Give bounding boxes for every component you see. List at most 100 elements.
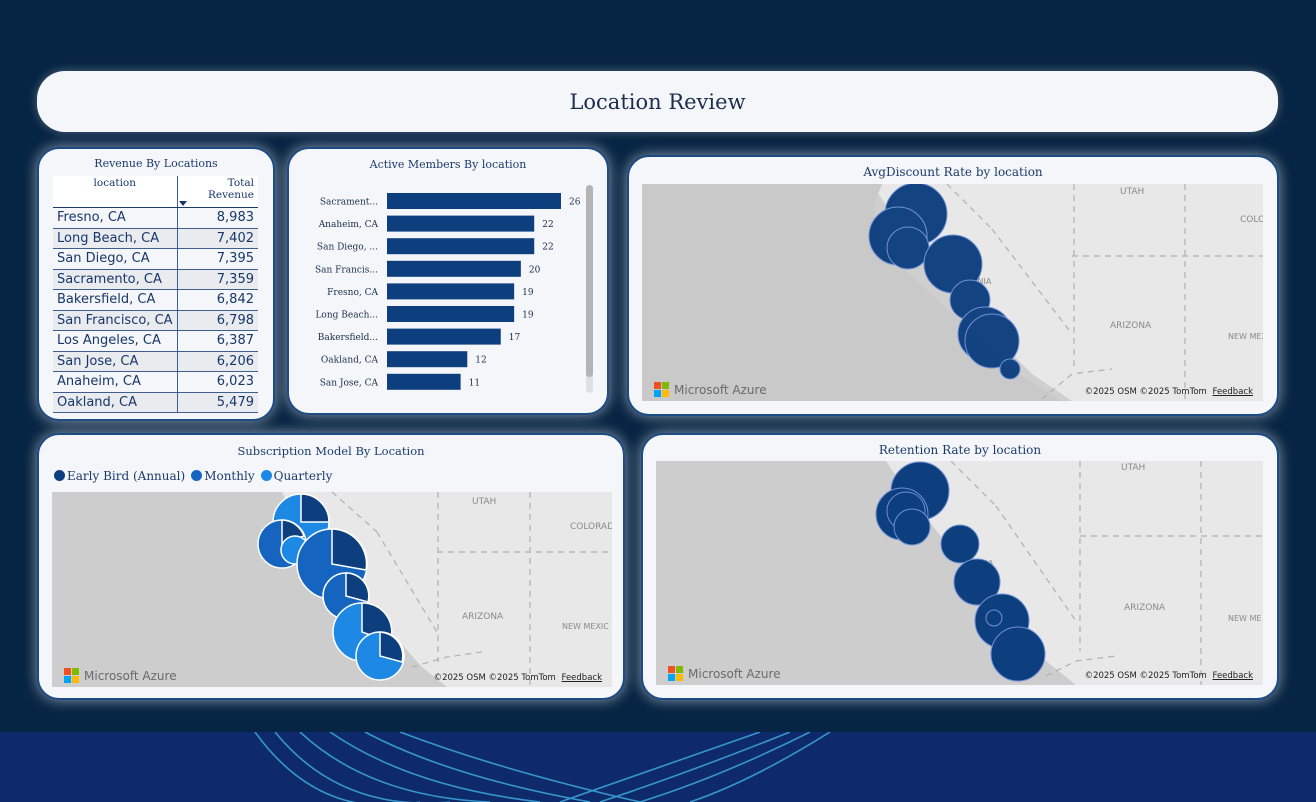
windows-logo-icon <box>668 666 683 681</box>
microsoft-azure-logo: Microsoft Azure <box>654 382 767 397</box>
bar[interactable] <box>387 193 561 209</box>
column-header-total-revenue[interactable]: Total Revenue <box>176 176 258 208</box>
revenue-cell: 6,387 <box>176 330 258 352</box>
legend-dot-icon <box>191 470 203 481</box>
sort-desc-icon[interactable] <box>178 201 187 206</box>
revenue-cell: 6,798 <box>176 310 258 331</box>
subscription-map-canvas[interactable]: UTAH COLORAD ARIZONA NEW MEXIC <box>52 492 612 687</box>
feedback-link[interactable]: Feedback <box>1213 671 1253 681</box>
revenue-cell: 7,402 <box>176 228 258 249</box>
map-bubble <box>985 609 1003 627</box>
retention-map[interactable]: UTAH RNIA ARIZONA NEW ME Microsoft Azur <box>656 461 1263 685</box>
location-cell: Bakersfield, CA <box>53 289 178 311</box>
revenue-table[interactable]: location Total Revenue Fresno, CA 8,983 Lo… <box>53 176 258 413</box>
column-header-location[interactable]: location <box>53 176 178 208</box>
data-label: 17 <box>509 333 521 343</box>
category-label: San Francis... <box>315 265 378 275</box>
bar[interactable] <box>387 306 515 322</box>
data-label: 19 <box>522 288 534 298</box>
location-cell: Los Angeles, CA <box>53 330 178 352</box>
table-row[interactable]: Fresno, CA 8,983 <box>53 207 258 229</box>
location-cell: San Francisco, CA <box>53 310 178 331</box>
map-bubble <box>940 524 980 564</box>
avg-discount-map-card: AvgDiscount Rate by location UTAH COLO R… <box>627 155 1279 416</box>
svg-text:NEW MEX: NEW MEX <box>1228 332 1263 341</box>
active-members-bar-chart: Sacrament... 26 Anaheim, CA 22 San Diego, ..… <box>315 193 581 390</box>
table-row[interactable]: San Jose, CA 6,206 <box>53 351 258 372</box>
svg-text:ARIZONA: ARIZONA <box>1124 603 1166 613</box>
subscription-legend: Early Bird (Annual) Monthly Quarterly <box>54 469 332 483</box>
category-label: Sacrament... <box>320 198 378 208</box>
map-attribution: ©2025 OSM ©2025 TomTom Feedback <box>433 673 602 683</box>
windows-logo-icon <box>654 382 669 397</box>
revenue-cell: 5,479 <box>176 392 258 413</box>
microsoft-azure-logo: Microsoft Azure <box>668 666 781 681</box>
category-label: Oakland, CA <box>321 356 379 366</box>
table-row[interactable]: Anaheim, CA 6,023 <box>53 371 258 393</box>
feedback-link[interactable]: Feedback <box>1213 387 1253 397</box>
chart-title: Active Members By location <box>369 158 527 171</box>
discount-map-canvas[interactable]: UTAH COLO RNIA ARIZONA NEW MEX <box>642 184 1263 401</box>
data-label: 19 <box>522 311 534 321</box>
data-label: 26 <box>569 198 581 208</box>
discount-map[interactable]: UTAH COLO RNIA ARIZONA NEW MEX Microsoft… <box>642 184 1263 401</box>
svg-text:UTAH: UTAH <box>472 497 496 507</box>
category-label: San Jose, CA <box>320 378 379 388</box>
data-label: 20 <box>529 265 541 275</box>
map-bubble <box>893 508 931 546</box>
location-cell: San Jose, CA <box>53 351 178 372</box>
revenue-cell: 6,842 <box>176 289 258 311</box>
location-cell: Oakland, CA <box>53 392 178 413</box>
table-row[interactable]: San Diego, CA 7,395 <box>53 248 258 270</box>
legend-dot-icon <box>54 470 65 481</box>
map-bubble <box>990 626 1046 682</box>
svg-text:NEW ME: NEW ME <box>1228 614 1261 623</box>
svg-text:NEW MEXIC: NEW MEXIC <box>562 622 609 631</box>
data-label: 12 <box>475 356 486 366</box>
legend-item-monthly[interactable]: Monthly <box>191 469 255 483</box>
bar[interactable] <box>387 260 521 277</box>
table-row[interactable]: Los Angeles, CA 6,387 <box>53 330 258 352</box>
page-title-bar: Location Review <box>37 71 1278 132</box>
map-label: UTAH <box>1120 187 1144 197</box>
bar[interactable] <box>387 351 468 368</box>
location-cell: Anaheim, CA <box>53 371 178 393</box>
bar[interactable] <box>387 238 535 255</box>
footer-band <box>0 732 1316 802</box>
svg-text:COLORAD: COLORAD <box>570 522 612 532</box>
category-label: Fresno, CA <box>327 288 378 298</box>
feedback-link[interactable]: Feedback <box>562 673 602 683</box>
chart-scrollbar-thumb[interactable] <box>586 185 593 377</box>
table-row[interactable]: Sacramento, CA 7,359 <box>53 269 258 290</box>
location-cell: Fresno, CA <box>53 207 178 229</box>
map-attribution: ©2025 OSM ©2025 TomTom Feedback <box>1084 671 1253 681</box>
location-cell: San Diego, CA <box>53 248 178 270</box>
legend-item-quarterly[interactable]: Quarterly <box>260 469 332 483</box>
active-members-card: Active Members By location Sacrament... 2… <box>287 147 609 415</box>
table-row[interactable]: Oakland, CA 5,479 <box>53 392 258 413</box>
table-row[interactable]: San Francisco, CA 6,798 <box>53 310 258 331</box>
table-row[interactable]: Bakersfield, CA 6,842 <box>53 289 258 311</box>
data-label: 11 <box>469 378 480 388</box>
revenue-cell: 7,395 <box>176 248 258 270</box>
bar[interactable] <box>387 283 515 300</box>
category-label: Long Beach... <box>315 311 378 321</box>
map-bubble <box>999 358 1021 380</box>
bar[interactable] <box>387 373 461 390</box>
bar[interactable] <box>387 215 535 232</box>
revenue-cell: 7,359 <box>176 269 258 290</box>
svg-text:ARIZONA: ARIZONA <box>462 612 504 622</box>
svg-text:COLO: COLO <box>1240 215 1263 225</box>
bar[interactable] <box>387 328 501 345</box>
legend-dot-icon <box>260 470 272 481</box>
retention-map-canvas[interactable]: UTAH RNIA ARIZONA NEW ME <box>656 461 1263 685</box>
revenue-table-title: Revenue By Locations <box>94 157 218 170</box>
subscription-map[interactable]: UTAH COLORAD ARIZONA NEW MEXIC Microsoft… <box>52 492 612 687</box>
category-label: San Diego, ... <box>317 243 378 253</box>
retention-map-card: Retention Rate by location UTAH RNIA ARI… <box>641 433 1279 700</box>
data-label: 22 <box>542 220 553 230</box>
svg-text:ARIZONA: ARIZONA <box>1110 321 1152 331</box>
table-row[interactable]: Long Beach, CA 7,402 <box>53 228 258 249</box>
legend-item-early-bird[interactable]: Early Bird (Annual) <box>54 469 185 483</box>
svg-text:UTAH: UTAH <box>1121 463 1145 473</box>
